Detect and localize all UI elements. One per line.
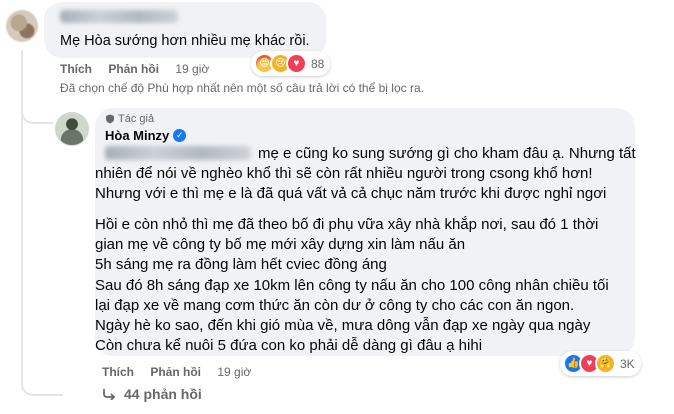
love-react-icon: ♥ — [286, 53, 307, 74]
author-avatar[interactable] — [55, 112, 89, 146]
commenter-avatar[interactable] — [6, 10, 38, 42]
author-badge: Tác giả — [105, 113, 154, 125]
comment-reactions[interactable]: 😡 😢 ♥ 88 — [251, 51, 331, 76]
reply-button[interactable]: Phản hồi — [150, 365, 201, 379]
comment-actions: Thích Phản hồi 19 giờ — [60, 62, 209, 76]
reply-text-line: lại đạp xe về mang cơm thức ăn còn dư ở … — [95, 297, 575, 314]
reply-arrow-icon — [103, 389, 116, 400]
mentioned-name-blurred[interactable] — [105, 146, 251, 160]
filter-note: Đã chọn chế độ Phù hợp nhất nên một số c… — [60, 81, 424, 95]
like-button[interactable]: Thích — [60, 62, 92, 76]
reply-actions: Thích Phản hồi 19 giờ — [102, 365, 251, 379]
reply-text-line: mẹ e cũng ko sung sướng gì cho kham đâu … — [258, 145, 636, 162]
author-badge-label: Tác giả — [118, 113, 155, 125]
reaction-count: 3K — [620, 356, 635, 371]
reply-text-line: Nhưng với e thì mẹ e là đã quá vất vả cả… — [95, 185, 607, 202]
reply-text-line: gian mẹ về công ty bố mẹ mới xây dựng xi… — [95, 236, 466, 253]
reply-time[interactable]: 19 giờ — [217, 365, 251, 379]
reply-button[interactable]: Phản hồi — [108, 62, 159, 76]
author-shield-icon — [106, 114, 114, 124]
commenter-name-blurred[interactable] — [60, 10, 178, 23]
reply-text-line: Ngày hè ko sao, đến khi gió mùa về, mưa … — [95, 317, 591, 334]
reply-reactions[interactable]: 👍 ♥ 🤗 3K — [560, 351, 641, 376]
replies-count-label: 44 phản hồi — [124, 386, 202, 402]
reply-text-line: Hồi e còn nhỏ thì mẹ đã theo bố đi phụ v… — [95, 216, 599, 233]
view-replies-link[interactable]: 44 phản hồi — [102, 386, 202, 402]
care-react-icon: 🤗 — [595, 353, 616, 374]
reply-text-line: nhiên để nói về nghèo khổ thì sẽ còn rất… — [95, 165, 593, 182]
reply-text-line: Còn chưa kể nuôi 5 đứa con ko phải dễ dà… — [95, 337, 483, 354]
reply-text-line: Sau đó 8h sáng đạp xe 10km lên công ty n… — [95, 277, 609, 294]
author-name-label: Hòa Minzy — [105, 128, 170, 143]
thread-connector — [21, 96, 53, 124]
verified-badge-icon: ✓ — [173, 129, 187, 142]
author-name[interactable]: Hòa Minzy ✓ — [105, 128, 187, 143]
thread-connector-replies — [21, 372, 63, 396]
reaction-count: 88 — [311, 56, 325, 71]
reply-text-line: 5h sáng mẹ ra đồng làm hết cviec đồng án… — [95, 256, 387, 273]
comment-time[interactable]: 19 giờ — [175, 62, 209, 76]
comment-text: Mẹ Hòa sướng hơn nhiều mẹ khác rồi. — [60, 33, 310, 49]
like-button[interactable]: Thích — [102, 365, 134, 379]
